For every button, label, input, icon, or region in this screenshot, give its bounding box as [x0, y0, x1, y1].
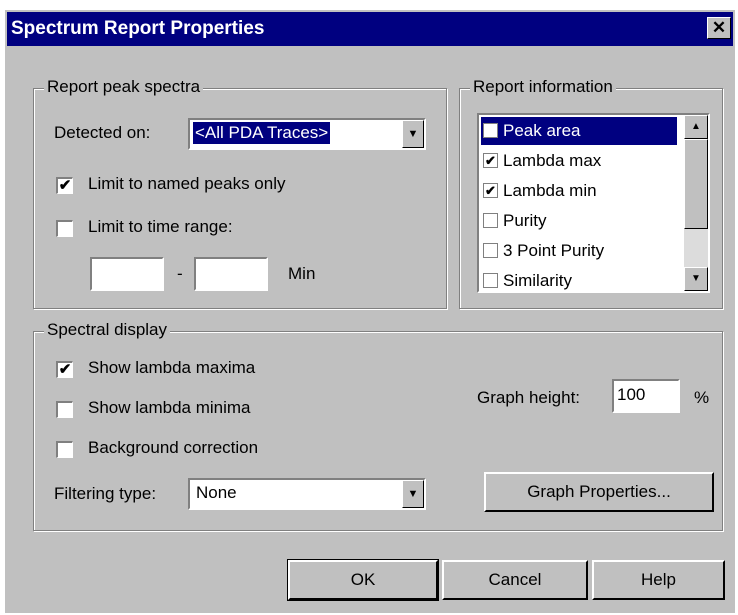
filtering-label: Filtering type: [54, 484, 157, 503]
check-icon: ✔ [58, 361, 72, 378]
check-icon: ✔ [58, 177, 72, 194]
limit-time-checkbox[interactable] [56, 220, 73, 237]
ok-label: OK [350, 570, 376, 589]
cancel-label: Cancel [488, 570, 542, 589]
graph-height-label: Graph height: [477, 388, 581, 407]
spectrum-report-properties-dialog: Spectrum Report Properties ✕ Report peak… [5, 10, 735, 613]
background-label: Background correction [88, 438, 259, 457]
show-max-label: Show lambda maxima [88, 358, 256, 377]
spectral-display-legend: Spectral display [44, 320, 171, 340]
arrow-up-icon: ▲ [691, 121, 701, 132]
close-button[interactable]: ✕ [707, 17, 731, 39]
report-peak-spectra-legend: Report peak spectra [44, 77, 204, 97]
scroll-down-button[interactable]: ▼ [684, 267, 708, 291]
graph-properties-label: Graph Properties... [527, 482, 671, 501]
title-bar: Spectrum Report Properties ✕ [7, 12, 733, 46]
list-item-checkbox[interactable] [483, 123, 498, 138]
time-to-input[interactable] [194, 257, 268, 291]
close-icon: ✕ [711, 18, 727, 37]
list-item[interactable]: ✔ Lambda max [481, 147, 677, 175]
filtering-value: None [196, 483, 237, 502]
list-item-checkbox[interactable]: ✔ [483, 153, 498, 168]
chevron-down-icon: ▼ [407, 128, 419, 140]
detected-on-value: <All PDA Traces> [191, 121, 332, 145]
list-item[interactable]: Purity [481, 207, 677, 235]
limit-time-label: Limit to time range: [88, 217, 233, 236]
list-item[interactable]: 3 Point Purity [481, 237, 677, 265]
show-max-checkbox[interactable]: ✔ [56, 361, 73, 378]
help-button[interactable]: Help [592, 560, 725, 600]
list-item-label: 3 Point Purity [503, 241, 605, 260]
list-item-checkbox[interactable]: ✔ [483, 183, 498, 198]
list-scrollbar[interactable]: ▲ ▼ [684, 115, 708, 291]
show-min-checkbox[interactable] [56, 401, 73, 418]
window-title: Spectrum Report Properties [11, 18, 265, 39]
graph-properties-button[interactable]: Graph Properties... [484, 472, 714, 512]
limit-named-checkbox[interactable]: ✔ [56, 177, 73, 194]
graph-height-input[interactable]: 100 [612, 379, 680, 413]
list-item[interactable]: Peak area [481, 117, 677, 145]
report-peak-spectra-group: Report peak spectra Detected on: <All PD… [33, 77, 447, 309]
list-item-label: Lambda min [503, 181, 597, 200]
detected-on-dropdown-button[interactable]: ▼ [402, 120, 424, 148]
list-item-label: Peak area [503, 121, 581, 140]
list-item-label: Similarity [503, 271, 572, 290]
list-item-checkbox[interactable] [483, 243, 498, 258]
time-separator: - [177, 264, 183, 283]
report-information-legend: Report information [470, 77, 616, 97]
list-item-checkbox[interactable] [483, 213, 498, 228]
scroll-up-button[interactable]: ▲ [684, 115, 708, 139]
detected-on-dropdown[interactable]: <All PDA Traces> ▼ [188, 118, 426, 150]
graph-height-unit: % [694, 388, 710, 407]
help-label: Help [641, 570, 676, 589]
time-unit-label: Min [288, 264, 316, 283]
report-information-list[interactable]: Peak area ✔ Lambda max ✔ Lambda min Purity 3 P… [477, 113, 710, 293]
report-information-group: Report information Peak area ✔ Lambda max ✔… [459, 77, 723, 309]
filtering-dropdown-button[interactable]: ▼ [402, 480, 424, 508]
list-item[interactable]: ✔ Lambda min [481, 177, 677, 205]
graph-height-value: 100 [617, 385, 646, 404]
list-item-checkbox[interactable] [483, 273, 498, 288]
chevron-down-icon: ▼ [407, 488, 419, 500]
scroll-thumb[interactable] [684, 139, 708, 229]
ok-button[interactable]: OK [287, 559, 439, 601]
show-min-label: Show lambda minima [88, 398, 251, 417]
list-item-label: Purity [503, 211, 547, 230]
list-item-label: Lambda max [503, 151, 602, 170]
list-item[interactable]: Similarity [481, 267, 677, 291]
filtering-dropdown[interactable]: None ▼ [188, 478, 426, 510]
cancel-button[interactable]: Cancel [442, 560, 588, 600]
limit-named-label: Limit to named peaks only [88, 174, 286, 193]
time-from-input[interactable] [90, 257, 164, 291]
background-checkbox[interactable] [56, 441, 73, 458]
arrow-down-icon: ▼ [691, 273, 701, 284]
detected-on-label: Detected on: [54, 123, 151, 142]
spectral-display-group: Spectral display ✔ Show lambda maxima Sh… [33, 320, 723, 531]
